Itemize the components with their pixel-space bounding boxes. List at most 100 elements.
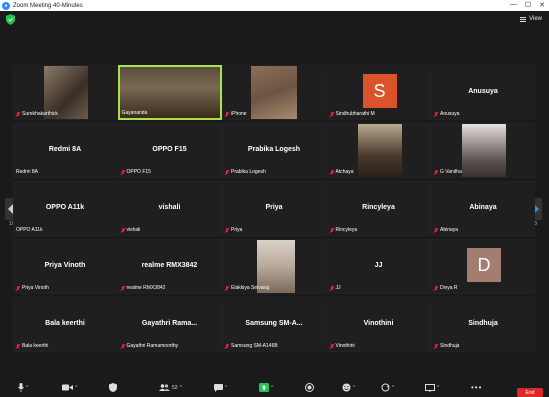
participant-label: realme RMX3842 [121, 285, 165, 291]
participant-tile[interactable]: realme RMX3842 realme RMX3842 [117, 239, 222, 294]
participant-tile[interactable]: vishali vishali [117, 181, 222, 236]
record-button[interactable] [305, 382, 314, 393]
apps-icon [381, 383, 390, 392]
participant-tile[interactable]: Atchaya [326, 123, 431, 178]
muted-microphone-icon [434, 227, 438, 233]
muted-microphone-icon [330, 169, 334, 175]
participant-tile[interactable]: G Vanitha [431, 123, 535, 178]
participants-caret[interactable]: ^ [180, 385, 182, 391]
shield-icon[interactable] [6, 14, 15, 25]
participant-name: vishali [126, 227, 141, 233]
view-button[interactable]: View [520, 16, 542, 22]
window-title: Zoom Meeting 40-Minutes [13, 2, 83, 9]
participant-display-name: vishali [158, 204, 181, 211]
participants-button[interactable]: 52 ^ [159, 382, 182, 393]
participant-tile[interactable]: Gayananda [117, 65, 222, 120]
participant-display-name: JJ [374, 262, 383, 269]
participant-label: Gayathri Ramamoorthy [121, 343, 179, 349]
participant-tile[interactable]: Abinaya Abinaya [431, 181, 535, 236]
muted-microphone-icon [225, 169, 229, 175]
participant-avatar: S [362, 74, 397, 108]
muted-microphone-icon [434, 111, 438, 117]
participant-tile[interactable]: OPPO A11k OPPO A11k [13, 181, 117, 236]
participant-tile[interactable]: Sindhuja Sindhuja [431, 297, 535, 352]
participant-tile[interactable]: Elakkiya Selvaraj [222, 239, 326, 294]
participant-label: Abinaya [434, 227, 458, 233]
participant-tile[interactable]: Anusuya Anusuya [431, 65, 535, 120]
participant-name: Surekhakarthick [22, 111, 58, 117]
participant-label: Surekhakarthick [16, 111, 58, 117]
close-icon[interactable]: ✕ [539, 1, 545, 9]
participant-tile[interactable]: Priya Vinoth Priya Vinoth [13, 239, 117, 294]
participant-name: Priya Vinoth [22, 285, 49, 291]
minimize-icon[interactable]: — [510, 1, 517, 9]
participant-name: Elakkiya Selvaraj [231, 285, 270, 291]
apps-button[interactable]: ^ [381, 382, 394, 393]
participant-tile[interactable]: Prabika Logesh Prabika Logesh [222, 123, 326, 178]
mute-button[interactable]: ^ [18, 382, 28, 393]
participant-tile[interactable]: Gayathri Rama... Gayathri Ramamoorthy [117, 297, 222, 352]
participant-name: G Vanitha [440, 169, 462, 175]
mute-options-caret[interactable]: ^ [26, 385, 28, 391]
more-button[interactable]: ••• [471, 382, 482, 393]
participant-video [357, 124, 402, 177]
security-shield-icon [109, 383, 117, 392]
participant-name: Gayananda [121, 110, 148, 116]
participant-name: Prabika Logesh [231, 169, 266, 175]
share-screen-button[interactable]: ^ [259, 382, 273, 393]
participant-tile[interactable]: Vinothini Vinothini [326, 297, 431, 352]
whiteboard-button[interactable]: ^ [425, 382, 439, 393]
participant-tile[interactable]: Rincyleya Rincyleya [326, 181, 431, 236]
video-button[interactable]: ^ [62, 382, 77, 393]
participant-label: OPPO A11k [16, 227, 43, 233]
chat-button[interactable]: ^ [214, 382, 227, 393]
muted-microphone-icon [330, 285, 334, 291]
muted-microphone-icon [225, 343, 229, 349]
muted-microphone-icon [121, 169, 125, 175]
participant-name: Divya R [440, 285, 458, 291]
participant-name: Abinaya [440, 227, 459, 233]
participant-name: Rincyleya [335, 227, 358, 233]
camera-icon [62, 384, 73, 391]
participant-tile[interactable]: D Divya R [431, 239, 535, 294]
muted-microphone-icon [330, 227, 334, 233]
whiteboard-caret[interactable]: ^ [437, 385, 439, 391]
whiteboard-icon [425, 383, 435, 392]
chat-icon [214, 383, 223, 392]
participant-tile[interactable]: Bala keerthi Bala keerthi [13, 297, 117, 352]
participant-display-name: Prabika Logesh [247, 146, 301, 153]
participant-tile[interactable]: Priya Priya [222, 181, 326, 236]
muted-microphone-icon [16, 285, 20, 291]
participant-label: Prabika Logesh [225, 169, 266, 175]
participant-tile[interactable]: OPPO F15 OPPO F15 [117, 123, 222, 178]
reactions-caret[interactable]: ^ [353, 385, 355, 391]
share-caret[interactable]: ^ [271, 385, 273, 391]
participant-tile[interactable]: Samsung SM-A... Samsung SM-A146B [222, 297, 326, 352]
participant-name: Vinothini [335, 343, 355, 349]
participant-avatar: D [467, 248, 501, 282]
participant-tile[interactable]: JJ JJ [326, 239, 431, 294]
participant-tile[interactable]: iPhone [222, 65, 326, 120]
video-options-caret[interactable]: ^ [75, 385, 77, 391]
participant-label: Divya R [434, 285, 458, 291]
apps-caret[interactable]: ^ [392, 385, 394, 391]
zoom-icon: ● [2, 1, 10, 10]
participant-label: Gayananda [122, 110, 148, 116]
maximize-icon[interactable]: ☐ [525, 1, 531, 9]
participant-tile[interactable]: Surekhakarthick [13, 65, 117, 120]
participant-label: vishali [121, 227, 141, 233]
participant-label: Samsung SM-A146B [225, 343, 278, 349]
participant-label: Vinothini [330, 343, 355, 349]
security-button[interactable] [109, 382, 117, 393]
participant-label: G Vanitha [434, 169, 462, 175]
participant-tile[interactable]: S Sindhubharathi M [326, 65, 431, 120]
meeting-top-bar: View [0, 11, 549, 29]
participant-name: Gayathri Ramamoorthy [126, 343, 179, 349]
share-screen-icon [259, 383, 269, 392]
participant-tile[interactable]: Redmi 8A Redmi 8A [13, 123, 117, 178]
reactions-button[interactable]: ^ [342, 382, 355, 393]
chat-caret[interactable]: ^ [225, 385, 227, 391]
muted-microphone-icon [121, 343, 125, 349]
end-meeting-button[interactable]: End [517, 388, 543, 397]
participant-display-name: realme RMX3842 [141, 262, 198, 269]
